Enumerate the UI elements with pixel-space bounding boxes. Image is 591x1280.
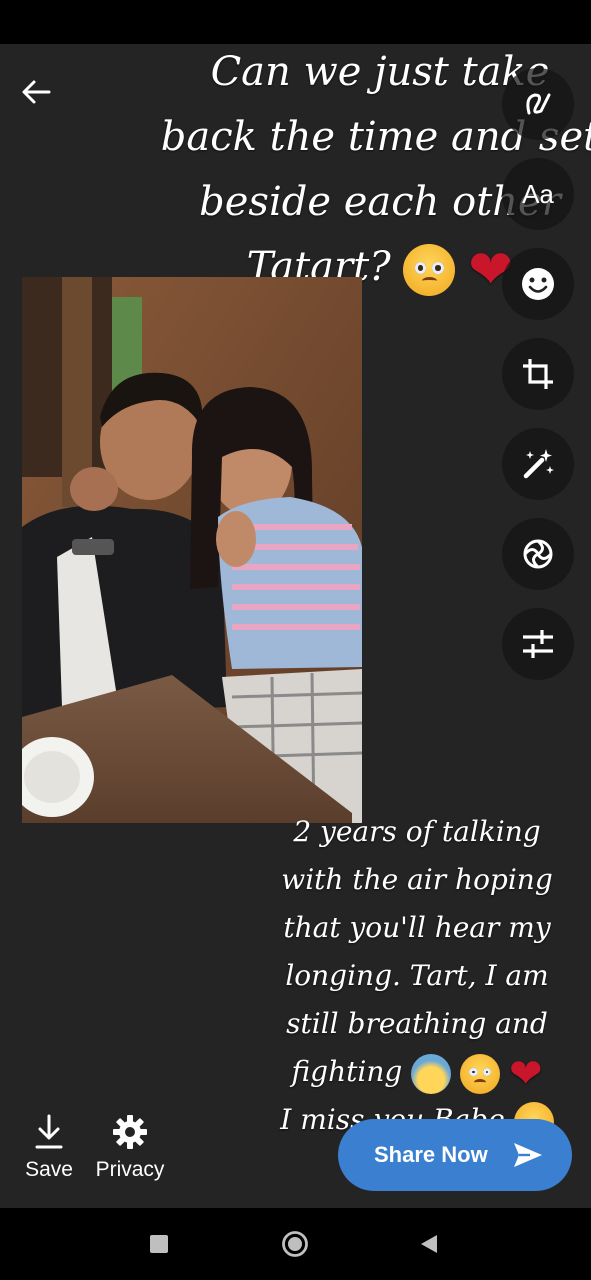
text-tool-button[interactable]: Aa (502, 158, 574, 230)
caption-bottom-line-with-emoji: fighting ❤ (272, 1048, 562, 1096)
recents-button[interactable] (139, 1226, 179, 1262)
caption-bottom[interactable]: 2 years of talking with the air hoping t… (272, 808, 562, 1138)
pleading-face-emoji (460, 1053, 501, 1094)
save-button[interactable]: Save (22, 1114, 76, 1182)
status-bar (0, 0, 591, 44)
broken-heart-emoji: ❤ (509, 1050, 543, 1097)
magic-wand-icon (523, 449, 554, 479)
magic-tool-button[interactable] (502, 428, 574, 500)
smiley-icon (522, 268, 554, 300)
privacy-label: Privacy (95, 1158, 165, 1181)
edited-photo (22, 277, 362, 823)
caption-bottom-line: that you'll hear my (283, 911, 551, 944)
caption-bottom-line: 2 years of talking (293, 815, 541, 848)
circle-icon (282, 1231, 308, 1257)
download-icon (35, 1114, 63, 1149)
squiggle-pen-icon (526, 93, 551, 115)
sticker-tool-button[interactable] (502, 248, 574, 320)
caption-bottom-line: fighting (291, 1055, 403, 1088)
adjust-tool-button[interactable] (502, 608, 574, 680)
home-button[interactable] (275, 1226, 315, 1262)
back-arrow-icon (22, 80, 51, 104)
caption-bottom-line: still breathing and (286, 1007, 548, 1040)
filter-icon (523, 539, 553, 569)
sliders-icon (523, 630, 553, 658)
text-tool-icon: Aa (522, 178, 554, 209)
share-now-button[interactable]: Share Now (338, 1119, 572, 1191)
gear-icon (113, 1115, 147, 1149)
caption-bottom-line: with the air hoping (281, 863, 553, 896)
save-label: Save (25, 1158, 73, 1181)
caption-bottom-line: longing. Tart, I am (285, 959, 549, 992)
draw-tool-button[interactable] (502, 68, 574, 140)
send-icon (514, 1143, 542, 1167)
square-icon (150, 1235, 168, 1253)
share-now-label: Share Now (374, 1142, 488, 1167)
pleading-face-emoji (403, 244, 456, 296)
back-button[interactable] (14, 70, 58, 114)
crop-tool-button[interactable] (502, 338, 574, 410)
anxious-sweat-face-emoji (411, 1053, 452, 1094)
crop-icon (523, 359, 553, 389)
triangle-back-icon (421, 1235, 437, 1253)
back-nav-button[interactable] (409, 1226, 449, 1262)
filter-tool-button[interactable] (502, 518, 574, 590)
privacy-button[interactable]: Privacy (92, 1114, 168, 1182)
